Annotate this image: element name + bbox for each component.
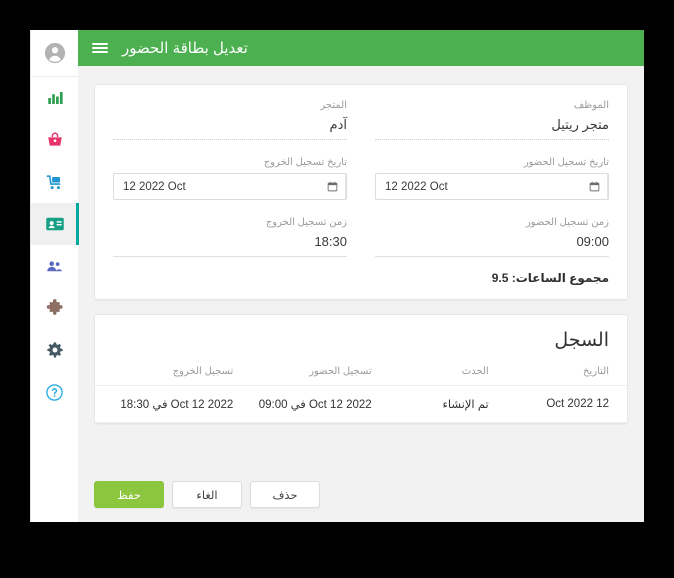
top-app-bar: تعديل بطاقة الحضور	[78, 30, 644, 66]
shopping-basket-icon	[47, 132, 62, 146]
store-value[interactable]: آدم	[113, 116, 347, 140]
table-row[interactable]: 12 Oct 2022 تم الإنشاء 2022 Oct 12 في 09…	[95, 385, 627, 423]
cell-event: تم الإنشاء	[371, 385, 489, 423]
attendance-form-card: الموظف متجر ريتيل المتجر آدم تاريخ تسجيل…	[94, 84, 628, 300]
checkin-date-input[interactable]: 12 2022 Oct	[375, 173, 609, 200]
sidebar-item-settings[interactable]	[31, 329, 78, 371]
delivery-cart-icon	[46, 174, 61, 189]
store-label: المتجر	[320, 100, 347, 111]
form-row-names: الموظف متجر ريتيل المتجر آدم	[113, 99, 609, 140]
checkout-date-label: تاريخ تسجيل الخروج	[263, 157, 347, 168]
cell-checkout: 2022 Oct 12 في 18:30	[95, 385, 234, 423]
cancel-button[interactable]: الغاء	[172, 481, 242, 508]
cell-date: 12 Oct 2022	[488, 385, 627, 423]
cell-checkin: 2022 Oct 12 في 09:00	[233, 385, 372, 423]
checkout-date-value[interactable]: 12 2022 Oct	[114, 174, 320, 199]
checkin-time-label: زمن تسجيل الحضور	[525, 217, 609, 228]
hamburger-bar	[92, 47, 108, 49]
checkout-date-input[interactable]: 12 2022 Oct	[113, 173, 347, 200]
sidebar-item-sales[interactable]	[31, 119, 78, 161]
bar-chart-icon	[47, 92, 63, 104]
gear-icon	[46, 342, 63, 358]
column-header-checkout: تسجيل الخروج	[95, 362, 234, 386]
save-button[interactable]: حفظ	[94, 481, 164, 508]
sidebar-icon-rail	[30, 30, 79, 522]
puzzle-piece-icon	[46, 298, 63, 315]
log-card: السجل التاريخ الحدث تسجيل الحضور تسجيل ا…	[94, 314, 628, 424]
employee-value[interactable]: متجر ريتيل	[375, 116, 609, 140]
calendar-icon	[589, 181, 600, 192]
log-table: التاريخ الحدث تسجيل الحضور تسجيل الخروج …	[95, 362, 627, 423]
checkin-calendar-button[interactable]	[582, 174, 608, 199]
device-frame: تعديل بطاقة الحضور الموظف متجر ريتيل الم…	[0, 0, 674, 578]
form-row-dates: تاريخ تسجيل الحضور 12 2022 Oct تاريخ تسج…	[113, 156, 609, 200]
page-title: تعديل بطاقة الحضور	[122, 40, 248, 57]
column-header-date: التاريخ	[488, 362, 627, 386]
form-row-times: زمن تسجيل الحضور 09:00 زمن تسجيل الخروج …	[113, 216, 609, 257]
employee-field: الموظف متجر ريتيل	[361, 99, 609, 140]
main-column: تعديل بطاقة الحضور الموظف متجر ريتيل الم…	[78, 30, 644, 522]
sidebar-item-purchases[interactable]	[31, 161, 78, 203]
checkin-date-label: تاريخ تسجيل الحضور	[523, 157, 609, 168]
checkout-date-field: تاريخ تسجيل الخروج 12 2022 Oct	[113, 156, 361, 200]
id-card-icon	[45, 217, 64, 231]
employee-label: الموظف	[573, 100, 609, 111]
checkout-time-label: زمن تسجيل الخروج	[265, 217, 347, 228]
checkout-calendar-button[interactable]	[320, 174, 346, 199]
app-viewport: تعديل بطاقة الحضور الموظف متجر ريتيل الم…	[30, 30, 644, 522]
sidebar-item-apps[interactable]	[31, 287, 78, 329]
delete-button[interactable]: حذف	[250, 481, 320, 508]
sidebar-item-help[interactable]	[31, 371, 78, 413]
log-title: السجل	[554, 330, 609, 351]
table-header-row: التاريخ الحدث تسجيل الحضور تسجيل الخروج	[95, 362, 627, 386]
checkin-time-value[interactable]: 09:00	[375, 233, 609, 257]
sidebar-item-attendance[interactable]	[31, 203, 79, 245]
sidebar-item-reports[interactable]	[31, 77, 78, 119]
checkin-time-field: زمن تسجيل الحضور 09:00	[361, 216, 609, 257]
checkin-date-value[interactable]: 12 2022 Oct	[376, 174, 582, 199]
users-icon	[47, 260, 63, 271]
hamburger-bar	[92, 51, 108, 53]
user-avatar-icon	[44, 42, 65, 64]
help-circle-icon	[46, 383, 63, 401]
checkin-date-field: تاريخ تسجيل الحضور 12 2022 Oct	[361, 156, 609, 200]
avatar[interactable]	[31, 30, 78, 77]
calendar-icon	[327, 181, 338, 192]
column-header-event: الحدث	[371, 362, 489, 386]
store-field: المتجر آدم	[113, 99, 361, 140]
hamburger-icon[interactable]	[78, 30, 122, 66]
column-header-checkin: تسجيل الحضور	[233, 362, 372, 386]
total-hours: مجموع الساعات: 9.5	[491, 271, 609, 285]
checkout-time-value[interactable]: 18:30	[113, 233, 347, 257]
sidebar-item-customers[interactable]	[31, 245, 78, 287]
hamburger-bar	[92, 43, 108, 45]
form-actions: حفظ الغاء حذف	[78, 467, 644, 522]
checkout-time-field: زمن تسجيل الخروج 18:30	[113, 216, 361, 257]
content-body: الموظف متجر ريتيل المتجر آدم تاريخ تسجيل…	[78, 66, 644, 467]
